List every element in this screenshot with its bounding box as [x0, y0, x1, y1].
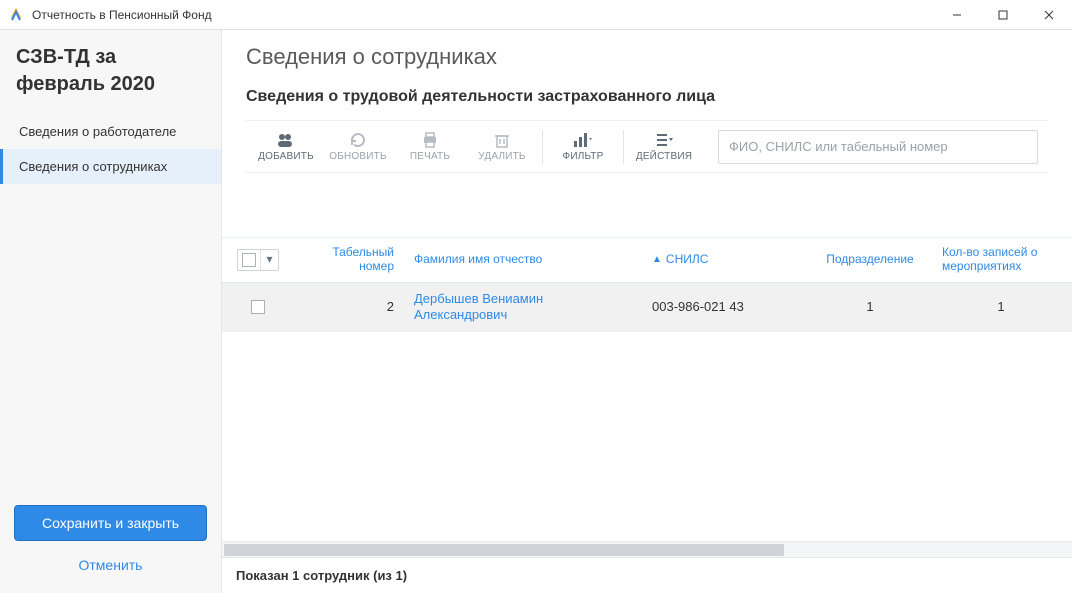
column-header-checkbox[interactable]: ▾: [222, 238, 294, 282]
table-summary: Показан 1 сотрудник (из 1): [222, 557, 1072, 593]
users-plus-icon: [276, 131, 296, 149]
tool-label: УДАЛИТЬ: [478, 151, 525, 162]
actions-button[interactable]: ДЕЙСТВИЯ: [628, 127, 700, 166]
page-title: Сведения о сотрудниках: [246, 44, 1048, 70]
chevron-down-icon: ▾: [260, 250, 278, 270]
search-box[interactable]: [718, 130, 1038, 164]
print-icon: [420, 131, 440, 149]
cancel-button[interactable]: Отменить: [14, 549, 207, 581]
cell-snils: 003-986-021 43: [642, 283, 808, 332]
tool-label: ОБНОВИТЬ: [329, 151, 386, 162]
cell-records: 1: [932, 283, 1070, 332]
sidebar-item-employer-info[interactable]: Сведения о работодателе: [0, 114, 221, 149]
column-header-department[interactable]: Подразделение: [808, 238, 932, 282]
table-row[interactable]: 2 Дербышев Вениамин Александрович 003-98…: [222, 283, 1072, 333]
form-title: СЗВ-ТД за февраль 2020: [0, 30, 221, 108]
column-label: СНИЛС: [666, 253, 709, 267]
search-input[interactable]: [729, 139, 1027, 154]
table-header-row: ▾ Табельный номер Фамилия имя отчество ▲…: [222, 238, 1072, 283]
column-header-snils[interactable]: ▲ СНИЛС: [642, 238, 808, 282]
filter-icon: [573, 131, 593, 149]
column-header-tabnum[interactable]: Табельный номер: [294, 238, 404, 282]
save-and-close-button[interactable]: Сохранить и закрыть: [14, 505, 207, 541]
horizontal-scrollbar[interactable]: [222, 541, 1072, 557]
window-close-button[interactable]: [1026, 0, 1072, 30]
cell-tabnum: 2: [294, 283, 404, 332]
sidebar-nav: Сведения о работодателе Сведения о сотру…: [0, 114, 221, 184]
checkbox-icon: [242, 253, 256, 267]
window-minimize-button[interactable]: [934, 0, 980, 30]
checkbox-icon: [251, 300, 265, 314]
column-label: Фамилия имя отчество: [414, 253, 542, 267]
toolbar-separator: [542, 130, 543, 164]
trash-icon: [492, 131, 512, 149]
toolbar-separator: [623, 130, 624, 164]
list-menu-icon: [654, 131, 674, 149]
column-header-fio[interactable]: Фамилия имя отчество: [404, 238, 642, 282]
sidebar-item-employees-info[interactable]: Сведения о сотрудниках: [0, 149, 221, 184]
window-maximize-button[interactable]: [980, 0, 1026, 30]
table-body: 2 Дербышев Вениамин Александрович 003-98…: [222, 283, 1072, 541]
tool-label: ДОБАВИТЬ: [258, 151, 314, 162]
sort-asc-icon: ▲: [652, 254, 662, 266]
tool-label: ФИЛЬТР: [563, 151, 604, 162]
column-header-records[interactable]: Кол-во записей о мероприятиях: [932, 238, 1070, 282]
app-icon: [8, 7, 24, 23]
scrollbar-thumb[interactable]: [224, 544, 784, 556]
cell-fio-link[interactable]: Дербышев Вениамин Александрович: [404, 283, 642, 332]
column-label: Табельный номер: [304, 246, 394, 274]
print-button[interactable]: ПЕЧАТЬ: [394, 127, 466, 166]
delete-button[interactable]: УДАЛИТЬ: [466, 127, 538, 166]
column-label: Подразделение: [826, 253, 913, 267]
toolbar: ДОБАВИТЬ ОБНОВИТЬ ПЕЧАТЬ: [246, 120, 1048, 173]
page-subtitle: Сведения о трудовой деятельности застрах…: [246, 88, 1048, 106]
select-all-dropdown[interactable]: ▾: [237, 249, 279, 271]
sidebar-item-label: Сведения о работодателе: [19, 124, 176, 139]
refresh-icon: [348, 131, 368, 149]
title-bar: Отчетность в Пенсионный Фонд: [0, 0, 1072, 30]
add-button[interactable]: ДОБАВИТЬ: [250, 127, 322, 166]
sidebar-item-label: Сведения о сотрудниках: [19, 159, 167, 174]
column-label: Кол-во записей о мероприятиях: [942, 246, 1060, 274]
tool-label: ПЕЧАТЬ: [410, 151, 450, 162]
sidebar: СЗВ-ТД за февраль 2020 Сведения о работо…: [0, 30, 222, 593]
content-area: Сведения о сотрудниках Сведения о трудов…: [222, 30, 1072, 593]
cell-department: 1: [808, 283, 932, 332]
refresh-button[interactable]: ОБНОВИТЬ: [322, 127, 394, 166]
row-checkbox-cell[interactable]: [222, 283, 294, 332]
tool-label: ДЕЙСТВИЯ: [636, 151, 692, 162]
filter-button[interactable]: ФИЛЬТР: [547, 127, 619, 166]
window-title: Отчетность в Пенсионный Фонд: [32, 8, 212, 22]
employees-table: ▾ Табельный номер Фамилия имя отчество ▲…: [222, 237, 1072, 593]
